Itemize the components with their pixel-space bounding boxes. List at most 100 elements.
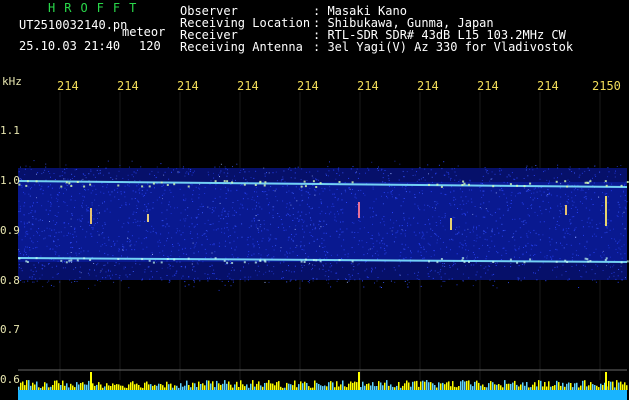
noise-dot	[161, 225, 163, 227]
activity-bar	[268, 380, 270, 390]
noise-dot	[158, 239, 160, 241]
noise-dot	[232, 279, 234, 281]
noise-dot	[417, 250, 419, 252]
noise-dot	[184, 220, 186, 222]
noise-dot	[524, 219, 526, 221]
noise-dot	[422, 232, 424, 234]
noise-dot	[221, 214, 223, 216]
noise-dot	[387, 192, 389, 194]
activity-bar	[468, 380, 470, 390]
noise-dot	[215, 207, 216, 209]
noise-dot	[171, 250, 172, 252]
activity-bar	[182, 386, 184, 390]
noise-dot	[255, 170, 257, 172]
noise-dot	[457, 268, 459, 270]
noise-dot	[194, 243, 196, 245]
noise-dot	[495, 220, 497, 222]
noise-dot	[430, 169, 432, 171]
activity-bar	[246, 384, 248, 390]
noise-dot	[125, 204, 126, 206]
noise-dot	[555, 226, 556, 228]
noise-dot	[444, 280, 446, 282]
noise-dot	[541, 213, 543, 215]
noise-dot	[80, 220, 82, 222]
noise-dot	[381, 168, 383, 170]
noise-dot	[543, 191, 545, 193]
noise-dot	[209, 277, 210, 279]
noise-dot	[572, 253, 574, 255]
noise-dot	[161, 185, 163, 187]
noise-dot	[362, 280, 363, 282]
activity-bar	[354, 381, 356, 390]
noise-dot	[599, 222, 601, 224]
noise-dot	[280, 247, 282, 249]
noise-dot	[258, 271, 260, 273]
noise-dot	[116, 240, 118, 242]
noise-dot	[314, 194, 316, 196]
noise-dot	[504, 265, 506, 267]
noise-dot	[571, 257, 573, 258]
noise-dot	[621, 245, 623, 247]
noise-dot	[305, 213, 307, 215]
noise-dot	[559, 210, 561, 212]
noise-dot	[295, 247, 297, 248]
noise-dot	[31, 186, 33, 188]
activity-bar	[596, 385, 598, 390]
noise-dot	[49, 210, 51, 212]
activity-bar	[550, 386, 552, 390]
noise-dot	[454, 263, 456, 265]
noise-dot	[312, 229, 314, 231]
noise-dot	[530, 248, 532, 250]
noise-dot	[133, 171, 135, 173]
noise-dot	[334, 219, 336, 221]
noise-dot	[377, 277, 379, 278]
noise-dot	[210, 180, 212, 182]
noise-dot	[332, 203, 334, 205]
noise-dot	[74, 175, 76, 177]
noise-dot	[50, 194, 52, 196]
activity-bar	[126, 387, 128, 390]
noise-dot	[463, 203, 465, 205]
noise-dot	[213, 172, 214, 174]
noise-dot	[172, 244, 173, 245]
noise-dot	[618, 247, 620, 249]
noise-dot	[259, 226, 261, 228]
noise-dot	[294, 167, 296, 169]
noise-dot	[300, 241, 302, 243]
noise-dot	[205, 230, 207, 231]
noise-dot	[85, 205, 87, 207]
noise-dot	[184, 265, 186, 267]
noise-dot	[567, 179, 569, 181]
noise-dot	[156, 262, 158, 264]
activity-bar	[34, 384, 36, 390]
noise-dot	[584, 265, 586, 267]
noise-dot	[180, 234, 182, 236]
noise-dot	[308, 206, 310, 208]
noise-dot	[608, 171, 610, 173]
noise-dot	[309, 193, 311, 195]
noise-dot	[25, 165, 27, 167]
noise-dot	[204, 233, 206, 235]
noise-dot	[417, 271, 419, 273]
noise-dot	[273, 206, 275, 208]
noise-dot	[453, 199, 455, 201]
noise-dot	[491, 274, 493, 276]
noise-dot	[422, 177, 424, 179]
noise-dot	[402, 201, 404, 203]
noise-dot	[611, 183, 613, 185]
noise-dot	[98, 173, 100, 175]
noise-dot	[567, 199, 569, 200]
noise-dot	[105, 245, 107, 246]
noise-dot	[534, 211, 536, 213]
noise-dot	[491, 178, 493, 180]
noise-dot	[416, 278, 418, 280]
noise-dot	[39, 234, 41, 236]
noise-dot	[197, 216, 199, 218]
activity-bar	[488, 383, 490, 390]
noise-dot	[521, 202, 523, 204]
noise-dot	[581, 276, 583, 278]
activity-bar	[620, 381, 622, 390]
noise-dot	[260, 257, 262, 259]
noise-dot	[41, 205, 43, 207]
noise-dot	[537, 198, 539, 199]
